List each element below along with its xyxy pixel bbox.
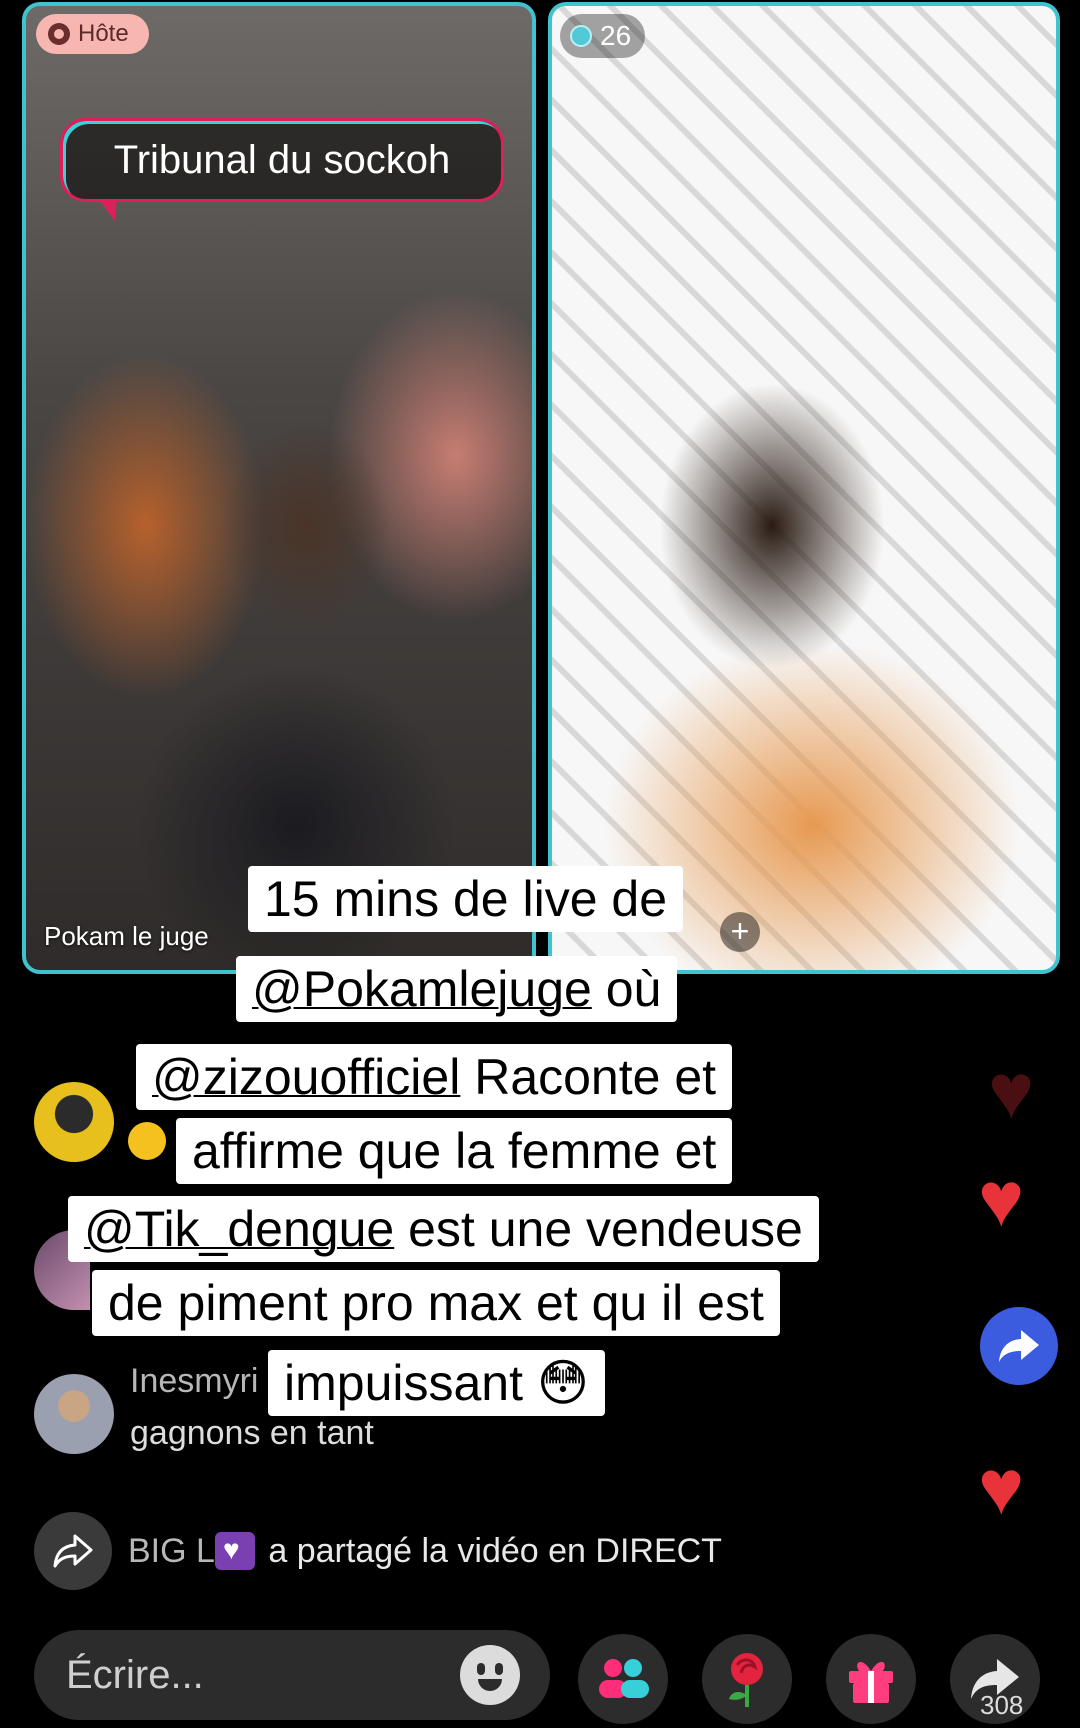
- multi-guest-button[interactable]: [578, 1634, 668, 1724]
- gift-button[interactable]: [826, 1634, 916, 1724]
- caption-line: de piment pro max et qu il est: [92, 1270, 780, 1336]
- caption-text: affirme que la femme et: [192, 1123, 717, 1179]
- comment-username: Inesmyri: [130, 1362, 259, 1400]
- caption-text: Raconte et: [460, 1049, 717, 1105]
- viewer-count-badge[interactable]: 26: [560, 14, 646, 58]
- comment-text: gagnons en tant: [130, 1414, 374, 1452]
- caption-text: est une vendeuse: [394, 1201, 803, 1257]
- caption-line: @Pokamlejuge où: [236, 956, 678, 1022]
- caption-line: 15 mins de live de: [248, 866, 684, 932]
- caption-mention[interactable]: @Tik_dengue: [84, 1201, 394, 1257]
- caption-text: 15 mins de live de: [264, 871, 668, 927]
- live-title-bubble: Tribunal du sockoh: [60, 118, 504, 221]
- caption-mention[interactable]: @zizouofficiel: [152, 1049, 460, 1105]
- floating-heart-icon: ♥: [988, 1047, 1035, 1135]
- add-guest-button[interactable]: +: [720, 912, 760, 952]
- caption-text: de piment pro max et qu il est: [108, 1275, 764, 1331]
- laugh-emoji-icon: [128, 1122, 166, 1160]
- gift-icon: [849, 1661, 893, 1703]
- rose-icon: [729, 1653, 763, 1707]
- comment-input-pill[interactable]: [34, 1630, 550, 1720]
- host-icon: [48, 23, 70, 45]
- share-fab-button[interactable]: [980, 1307, 1058, 1385]
- host-label: Hôte: [78, 20, 129, 47]
- caption-line: @Tik_dengue est une vendeuse: [68, 1196, 819, 1262]
- floating-heart-icon: ♥: [978, 1443, 1025, 1531]
- share-count: 308: [980, 1690, 1024, 1720]
- caption-line: @zizouofficiel Raconte et: [136, 1044, 733, 1110]
- live-title: Tribunal du sockoh: [113, 137, 451, 182]
- emoji-button[interactable]: [460, 1645, 520, 1705]
- rose-gift-button[interactable]: [702, 1634, 792, 1724]
- comment-avatar[interactable]: [34, 1374, 114, 1454]
- caption-line: impuissant 😳: [268, 1350, 606, 1416]
- host-badge: Hôte: [36, 14, 149, 54]
- caption-text: impuissant 😳: [284, 1355, 590, 1411]
- share-arrow-icon: [34, 1512, 112, 1590]
- comment-input[interactable]: [64, 1651, 448, 1699]
- comment-avatar[interactable]: [34, 1082, 114, 1162]
- caption-line: affirme que la femme et: [176, 1118, 733, 1184]
- people-icon: [599, 1659, 649, 1698]
- floating-heart-icon: ♥: [978, 1155, 1025, 1243]
- host-name: Pokam le juge: [44, 921, 209, 951]
- gem-icon: [570, 25, 592, 47]
- purple-heart-icon: [214, 1531, 255, 1570]
- caption-text: où: [591, 961, 662, 1017]
- caption-mention[interactable]: @Pokamlejuge: [252, 961, 592, 1017]
- share-event-row: BIG L a partagé la vidéo en DIRECT: [34, 1512, 722, 1590]
- share-username: BIG L: [128, 1531, 215, 1570]
- share-message: a partagé la vidéo en DIRECT: [258, 1531, 722, 1570]
- host-video-tile[interactable]: Hôte Tribunal du sockoh Pokam le juge: [22, 2, 536, 974]
- share-event-text: BIG L a partagé la vidéo en DIRECT: [128, 1532, 722, 1571]
- guest-video-tile[interactable]: 26 +: [548, 2, 1060, 974]
- viewer-count: 26: [600, 20, 632, 51]
